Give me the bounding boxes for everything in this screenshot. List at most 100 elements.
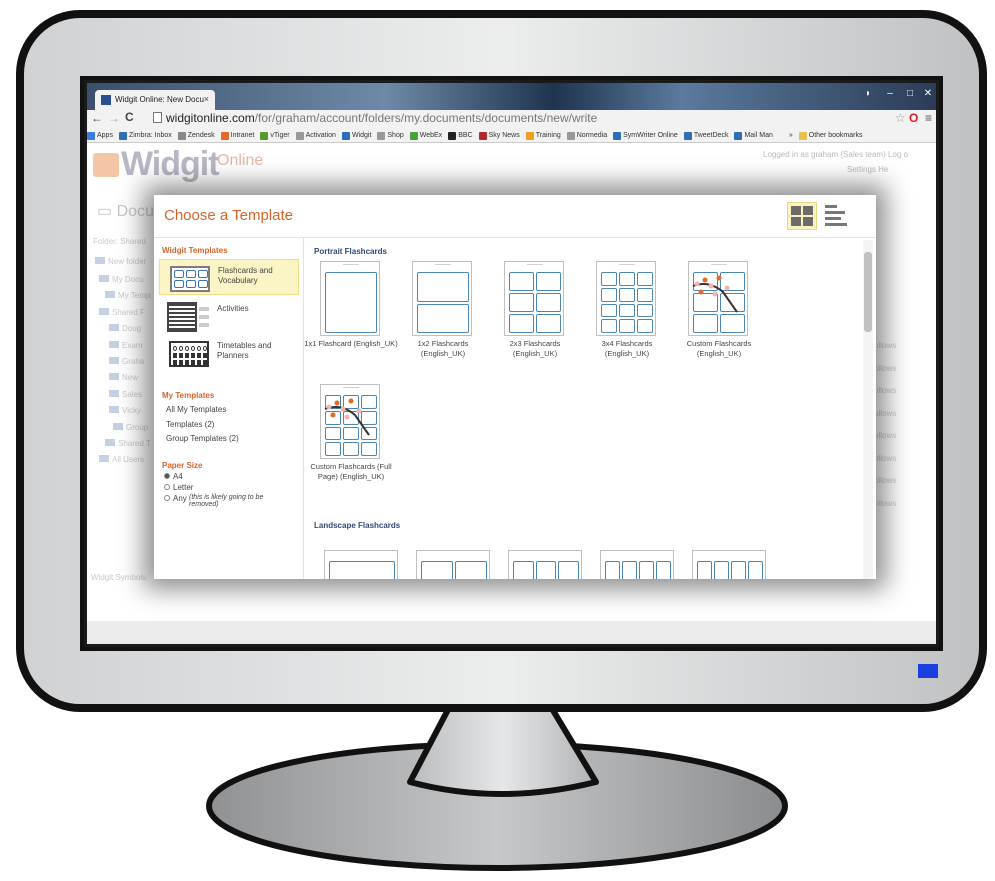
bookmark-item[interactable]: Shop <box>377 128 404 142</box>
maximize-icon[interactable]: □ <box>900 87 920 101</box>
landscape-template-card[interactable] <box>692 550 766 579</box>
landscape-template-card[interactable] <box>416 550 490 579</box>
slot <box>203 346 207 351</box>
user-icon[interactable]: ◗ <box>858 87 878 101</box>
thumbnail-header <box>325 553 397 555</box>
bookmark-item[interactable]: » <box>778 128 793 142</box>
bookmark-item[interactable]: Mail Man <box>734 128 773 142</box>
landscape-template-card[interactable] <box>324 550 398 579</box>
logo-online: Online <box>217 152 264 169</box>
template-category-item[interactable]: Timetables and Planners <box>159 335 299 371</box>
minimize-icon[interactable]: – <box>880 87 900 101</box>
flashcard-cell <box>605 561 620 579</box>
bookmark-item[interactable]: Apps <box>87 128 113 142</box>
documents-heading-text: Docu <box>116 203 154 220</box>
folder-tree-item[interactable]: New <box>109 373 138 382</box>
template-category-label: Flashcards and Vocabulary <box>218 266 273 285</box>
slot <box>173 360 177 365</box>
close-window-icon[interactable]: ✕ <box>918 87 936 101</box>
bookmark-label: » <box>788 132 793 139</box>
documents-heading: ▭ Docu <box>97 203 154 220</box>
list-view-icon[interactable] <box>825 204 851 228</box>
folder-tree-item[interactable]: Shared T <box>105 439 151 448</box>
folder-tree-item[interactable]: Vicky <box>109 406 141 415</box>
new-folder-button[interactable]: New folder <box>95 257 146 266</box>
folder-icon <box>99 455 109 463</box>
thumbnail-header <box>597 264 655 266</box>
flashcard-cell <box>417 303 469 333</box>
settings-link[interactable]: Settings He <box>847 165 888 174</box>
bookmark-item[interactable]: Other bookmarks <box>798 128 862 142</box>
folder-tree-item[interactable]: Sales <box>109 389 142 399</box>
folder-tree-item[interactable]: Shared F <box>99 307 145 317</box>
folder-tree-item[interactable]: All Users <box>99 455 144 464</box>
flashcard-cell <box>714 561 729 579</box>
paper-any-radio[interactable]: Any (this is likely going to be removed) <box>164 494 289 508</box>
url-field[interactable]: widgitonline.com/for/graham/account/fold… <box>153 111 893 127</box>
group-templates-link[interactable]: Group Templates (2) <box>166 434 239 443</box>
slot <box>203 353 207 358</box>
bookmark-item[interactable]: Widgit <box>341 128 371 142</box>
folder-tree-item[interactable]: Doug <box>109 324 141 333</box>
back-icon[interactable]: ← <box>91 111 103 125</box>
bookmark-item[interactable]: vTiger <box>260 128 290 142</box>
folder-tree-item[interactable]: My Temp <box>105 291 150 300</box>
slot <box>191 353 195 358</box>
folder-label: Exam <box>122 340 143 350</box>
bookmark-item[interactable]: SymWriter Online <box>613 128 678 142</box>
scrollbar[interactable] <box>863 240 873 579</box>
scroll-thumb[interactable] <box>864 252 872 332</box>
menu-icon[interactable]: ≡ <box>925 111 932 125</box>
divider <box>303 238 304 579</box>
folder-icon <box>109 406 119 414</box>
template-category-item[interactable]: Activities <box>159 298 299 334</box>
template-category-item[interactable]: Flashcards and Vocabulary <box>159 259 299 295</box>
folder-tree-item[interactable]: My Docu <box>99 275 144 284</box>
all-my-templates-link[interactable]: All My Templates <box>166 405 226 414</box>
opera-icon[interactable]: O <box>909 111 918 125</box>
paper-letter-radio[interactable]: Letter <box>164 483 193 492</box>
bookmark-item[interactable]: Sky News <box>478 128 520 142</box>
folder-icon <box>109 357 119 364</box>
bookmark-item[interactable]: BBC <box>448 128 473 142</box>
landscape-template-card[interactable] <box>600 550 674 579</box>
folder-path[interactable]: Folder: Shared <box>93 237 146 246</box>
logged-in-text[interactable]: Logged in as graham (Sales team) Log o <box>763 150 908 159</box>
paper-a4-radio[interactable]: A4 <box>164 472 183 481</box>
template-category-label: Timetables and Planners <box>217 341 272 360</box>
flashcard-cell <box>536 272 561 291</box>
templates-link[interactable]: Templates (2) <box>166 420 214 429</box>
bookmark-item[interactable]: Activation <box>295 128 336 142</box>
cell <box>186 280 196 288</box>
follows-cell: ollows <box>874 363 897 373</box>
landscape-template-card[interactable] <box>508 550 582 579</box>
folder-tree-item[interactable]: Graha <box>109 357 144 366</box>
folder-tree-item[interactable]: Exam <box>109 340 143 350</box>
flashcard-cell <box>558 561 579 579</box>
flashcard-template-label: 1x2 Flashcards (English_UK) <box>417 339 469 358</box>
follows-cell: ollows <box>874 408 897 418</box>
bookmark-item[interactable]: WebEx <box>409 128 443 142</box>
bookmark-item[interactable]: Zendesk <box>177 128 215 142</box>
folder-icon <box>109 340 119 348</box>
bookmark-item[interactable]: TweetDeck <box>683 128 728 142</box>
browser-tab[interactable]: Widgit Online: New Docu × <box>95 90 215 110</box>
flashcard-cell <box>535 561 557 579</box>
reload-icon[interactable]: C <box>125 110 134 124</box>
bookmark-item[interactable]: Zimbra: Inbox <box>118 128 172 142</box>
folder-icon <box>105 291 115 299</box>
star-icon[interactable]: ☆ <box>895 111 906 125</box>
grid-view-icon[interactable] <box>787 202 817 230</box>
folder-tree-item[interactable]: Group <box>113 422 149 432</box>
flashcard-cell <box>697 561 712 579</box>
timetables-icon <box>169 341 209 367</box>
bookmark-label: WebEx <box>419 132 443 139</box>
close-tab-icon[interactable]: × <box>204 94 209 104</box>
folder-label: Group <box>126 422 149 432</box>
bookmark-item[interactable]: Normedia <box>566 128 607 142</box>
slot <box>185 360 189 365</box>
flashcard-template-label: Custom Flashcards (English_UK) <box>686 339 752 358</box>
bookmark-item[interactable]: Training <box>525 128 561 142</box>
bookmark-item[interactable]: Intranet <box>220 128 254 142</box>
forward-icon[interactable]: → <box>108 111 120 125</box>
